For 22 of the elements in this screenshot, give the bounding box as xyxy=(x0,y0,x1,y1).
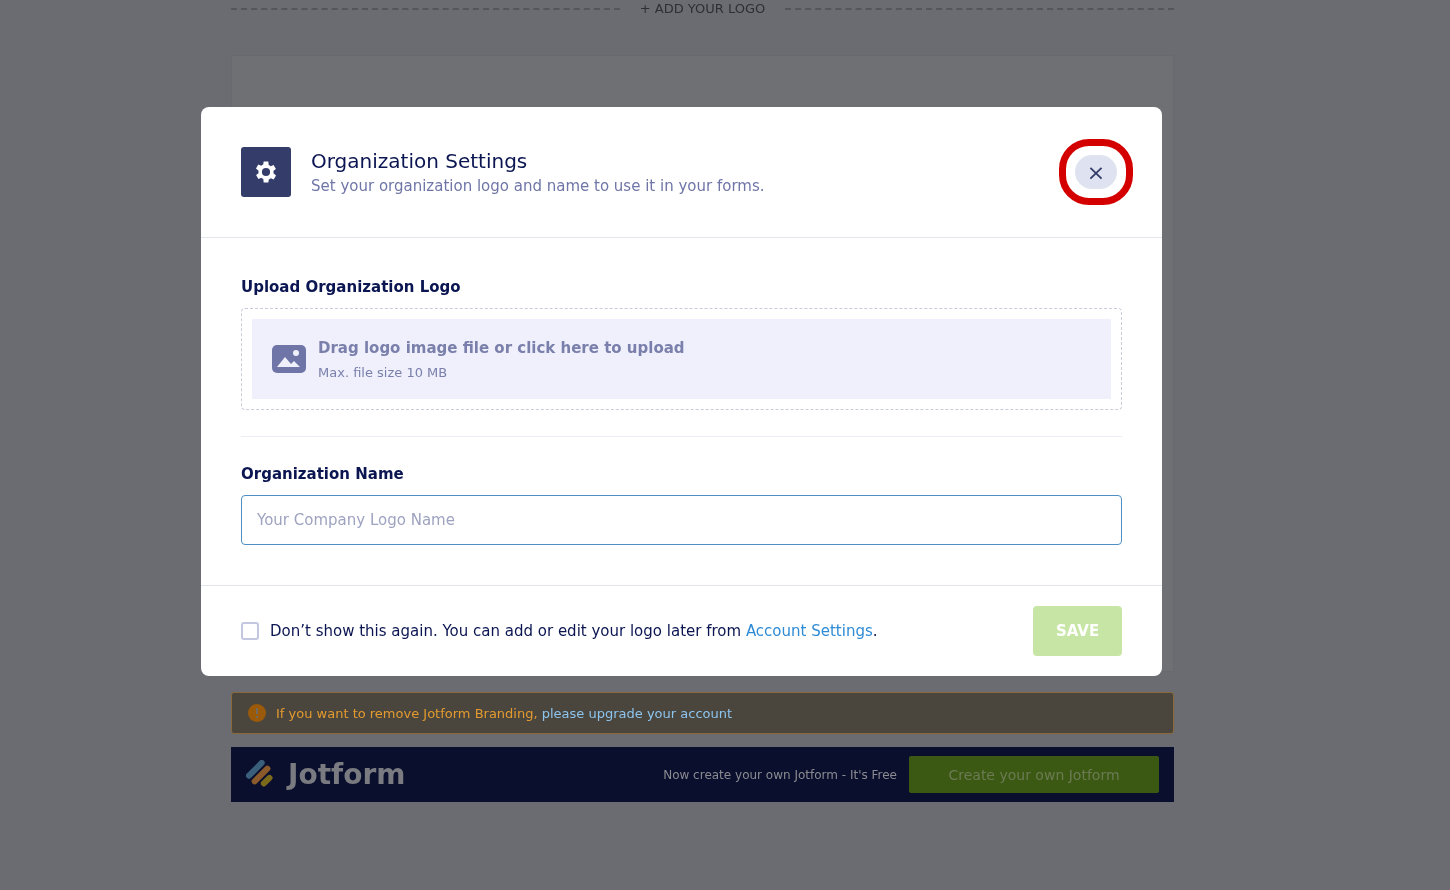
brand-name: Jotform xyxy=(288,758,407,791)
dialog-title: Organization Settings xyxy=(311,149,529,173)
notice-text: If you want to remove Jotform Branding, please upgrade your account xyxy=(276,705,733,721)
checkbox[interactable] xyxy=(241,622,259,640)
upgrade-link[interactable]: please upgrade your account xyxy=(541,705,733,721)
close-button[interactable]: × xyxy=(1075,155,1117,189)
brand-logo-icon xyxy=(246,759,276,790)
gear-icon xyxy=(241,147,291,197)
image-icon xyxy=(272,345,306,373)
dialog-subtitle: Set your organization logo and name to use it in your forms. xyxy=(311,177,766,195)
dont-show-text: Don’t show this again. You can add or edit your logo later from Account Settings. xyxy=(270,622,879,640)
name-field[interactable]: Your Company Logo Name xyxy=(241,495,1122,545)
create-form-button[interactable]: Create your own Jotform xyxy=(909,756,1159,793)
upload-prompt: Drag logo image file or click here to upload xyxy=(318,338,685,357)
warning-icon xyxy=(248,704,266,722)
account-settings-link[interactable]: Account Settings xyxy=(745,622,873,640)
name-label: Organization Name xyxy=(241,465,405,483)
banner-tagline: Now create your own Jotform - It's Free xyxy=(663,767,897,782)
upload-hint: Max. file size 10 MB xyxy=(318,364,449,380)
upload-dropzone[interactable]: Drag logo image file or click here to upload Max. file size 10 MB xyxy=(241,308,1122,410)
upload-label: Upload Organization Logo xyxy=(241,278,462,296)
add-logo-link[interactable]: + ADD YOUR LOGO xyxy=(639,1,766,17)
